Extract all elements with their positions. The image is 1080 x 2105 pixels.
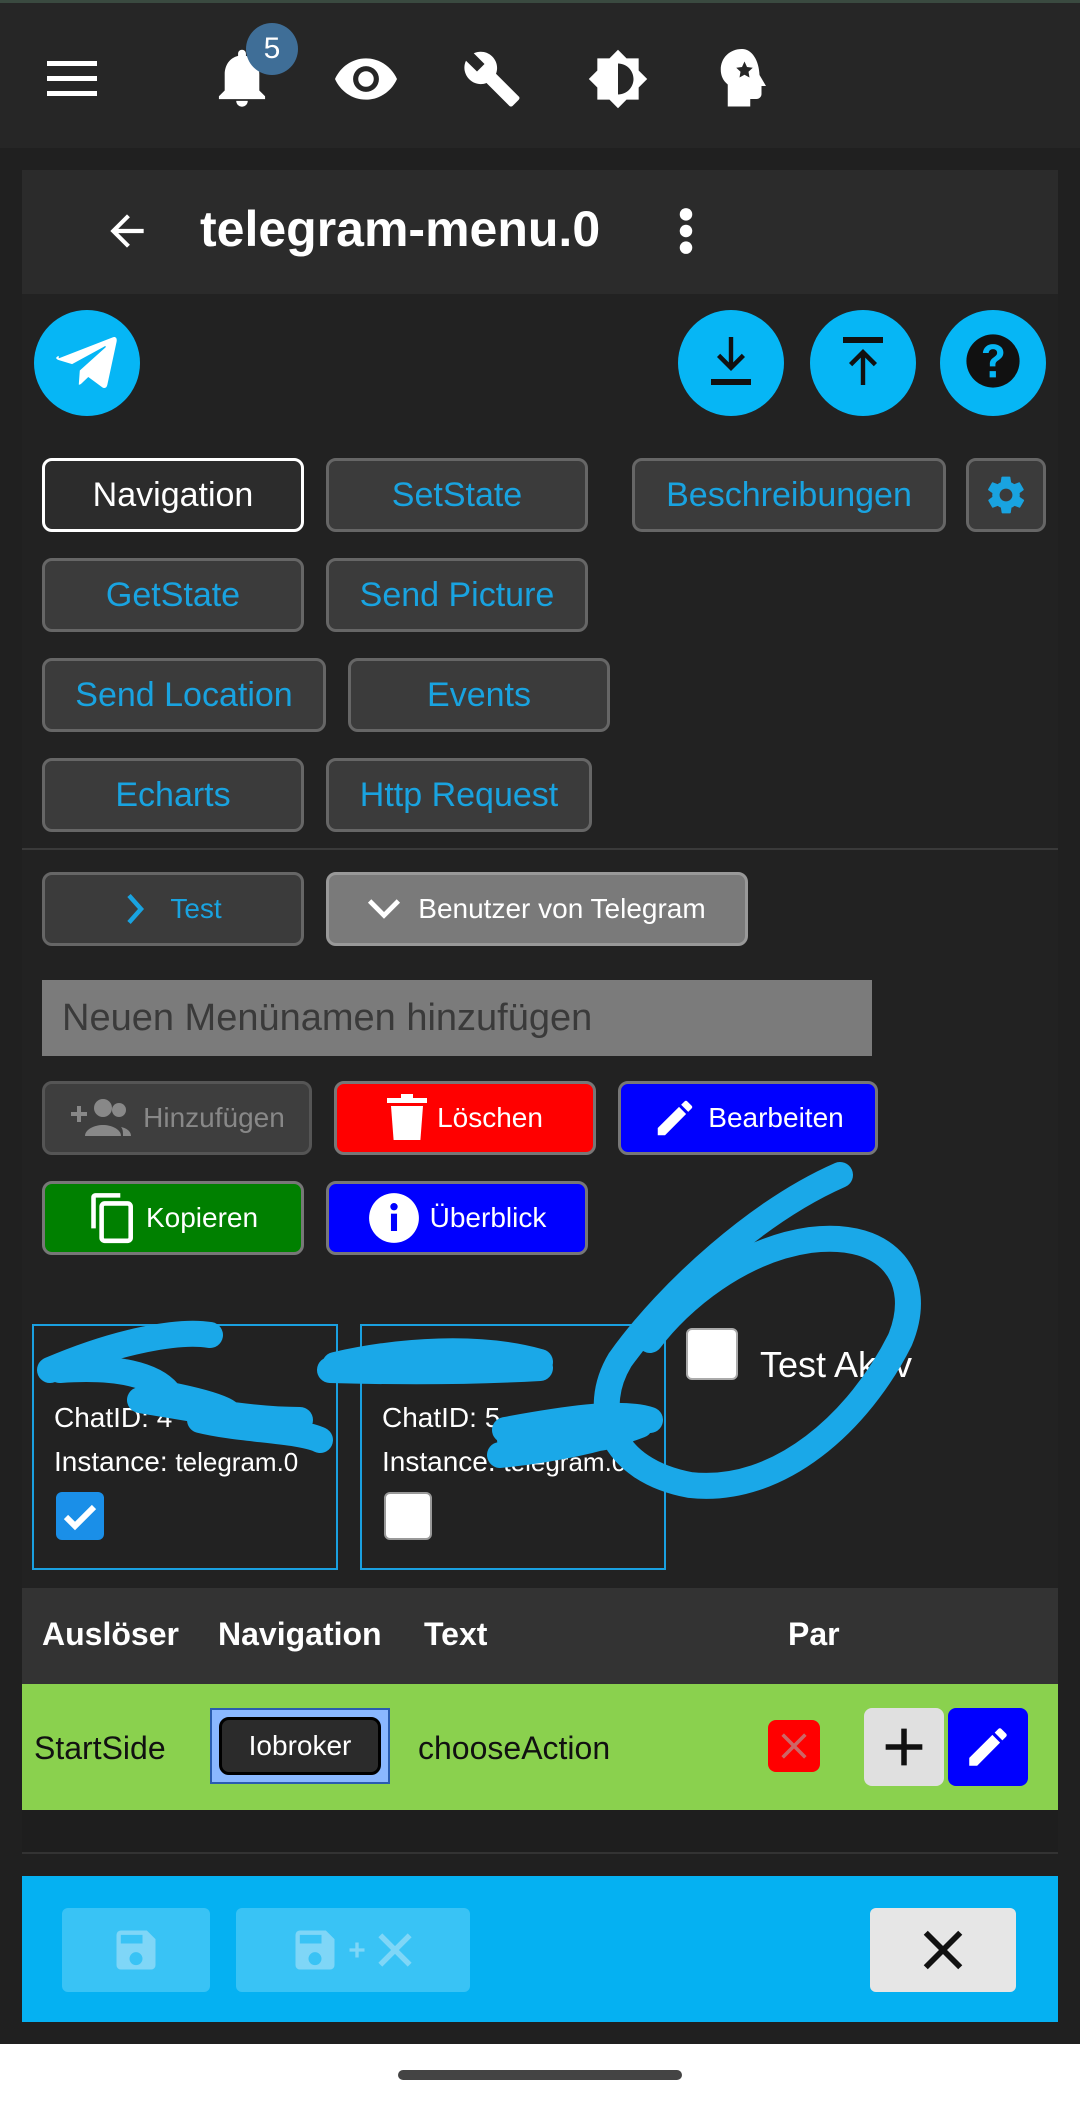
plus-icon	[349, 1942, 365, 1958]
column-header-trigger[interactable]: Auslöser	[42, 1616, 179, 1653]
table-row: StartSide Iobroker chooseAction	[22, 1684, 1058, 1810]
close-icon	[781, 1733, 807, 1759]
close-button[interactable]	[870, 1908, 1016, 1992]
column-header-text[interactable]: Text	[424, 1616, 487, 1653]
row-add-button[interactable]	[864, 1708, 944, 1786]
row-navigation-cell[interactable]: Iobroker	[210, 1708, 390, 1784]
row-par-checkbox[interactable]	[768, 1720, 820, 1772]
pencil-icon	[969, 1728, 1007, 1766]
row-edit-button[interactable]	[948, 1708, 1028, 1786]
save-button[interactable]	[62, 1908, 210, 1992]
save-icon	[295, 1930, 335, 1970]
row-navigation-value: Iobroker	[219, 1717, 381, 1775]
table-footer	[22, 1810, 1058, 1854]
close-icon	[378, 1933, 412, 1967]
save-icon	[116, 1930, 156, 1970]
home-indicator[interactable]	[398, 2070, 682, 2080]
bottom-action-bar	[22, 1876, 1058, 2022]
column-header-navigation[interactable]: Navigation	[218, 1616, 382, 1653]
plus-icon	[885, 1728, 923, 1766]
row-text: chooseAction	[418, 1730, 611, 1766]
column-header-par[interactable]: Par	[788, 1616, 840, 1653]
close-icon	[923, 1930, 963, 1970]
save-and-close-button[interactable]	[236, 1908, 470, 1992]
table-header: Auslöser Navigation Text Par	[22, 1588, 1058, 1684]
row-trigger: StartSide	[34, 1730, 166, 1766]
